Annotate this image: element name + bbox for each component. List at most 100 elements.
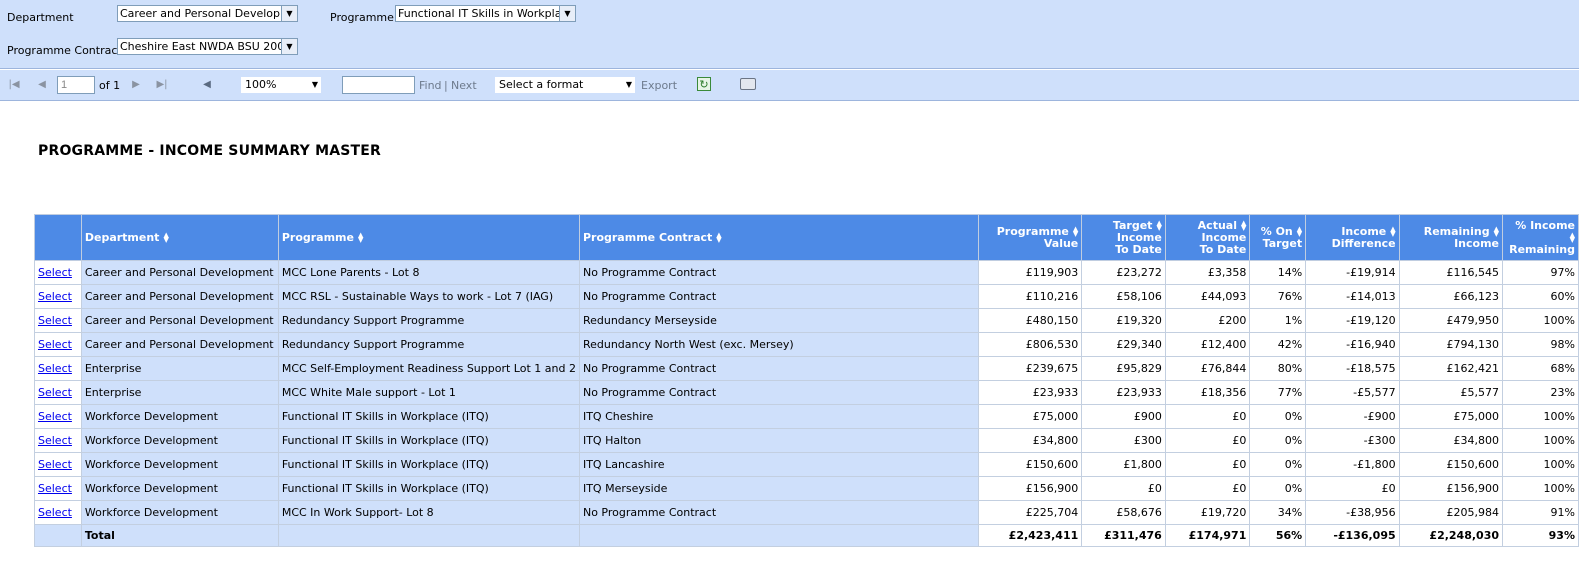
report-title: PROGRAMME - INCOME SUMMARY MASTER — [38, 143, 382, 159]
sort-icon[interactable]: ▲ ▼ — [716, 232, 721, 244]
sort-icon[interactable]: ▲ ▼ — [1570, 231, 1575, 243]
chevron-down-icon[interactable]: ▼ — [559, 6, 575, 21]
select-link[interactable]: Select — [38, 290, 72, 303]
table-cell: £806,530 — [977, 332, 1083, 357]
table-cell: £23,933 — [977, 380, 1083, 405]
table-cell: 14% — [1249, 260, 1307, 285]
table-cell: 60% — [1502, 284, 1579, 309]
table-row: Select Career and Personal Development MCC… — [34, 284, 1579, 309]
department-dropdown[interactable]: Career and Personal Developmen ▼ — [117, 5, 298, 22]
export-format-value: Select a format — [499, 78, 584, 91]
table-cell: Workforce Development — [80, 500, 279, 525]
table-cell: -£300 — [1305, 428, 1400, 453]
income-summary-table: Department ▲ ▼ Programme ▲ ▼ Programme Contr… — [34, 214, 1579, 547]
sort-icon[interactable]: ▲ ▼ — [358, 232, 363, 244]
table-cell: 76% — [1249, 284, 1307, 309]
sort-icon[interactable]: ▲ ▼ — [163, 232, 168, 244]
column-header-department[interactable]: Department ▲ ▼ — [80, 214, 279, 261]
programme-label: Programme — [330, 11, 394, 24]
sort-icon[interactable]: ▲ ▼ — [1297, 225, 1302, 237]
column-header-label: Department — [84, 231, 160, 244]
table-cell: £58,106 — [1081, 284, 1166, 309]
prev-page-icon[interactable]: ◀ — [35, 78, 49, 91]
table-cell: £12,400 — [1164, 332, 1251, 357]
back-icon[interactable]: ◀ — [200, 78, 214, 91]
programme-contract-dropdown[interactable]: Cheshire East NWDA BSU 2009, C ▼ — [117, 38, 298, 55]
select-cell: Select — [34, 404, 82, 429]
chevron-down-icon[interactable]: ▼ — [626, 77, 632, 93]
column-header-target-income[interactable]: Target ▲ ▼ Income To Date — [1081, 214, 1166, 261]
total-cell: 56% — [1249, 524, 1307, 547]
select-link[interactable]: Select — [38, 506, 72, 519]
table-cell: No Programme Contract — [578, 500, 979, 525]
table-cell: MCC RSL - Sustainable Ways to work - Lot… — [277, 284, 580, 309]
export-format-select[interactable]: Select a format ▼ — [494, 76, 636, 94]
last-page-icon[interactable]: ▶| — [155, 78, 169, 91]
table-cell: £0 — [1081, 476, 1166, 501]
total-cell — [578, 524, 979, 547]
select-link[interactable]: Select — [38, 410, 72, 423]
find-input[interactable] — [342, 76, 415, 94]
chevron-down-icon[interactable]: ▼ — [281, 39, 297, 54]
select-link[interactable]: Select — [38, 314, 72, 327]
select-link[interactable]: Select — [38, 362, 72, 375]
select-link[interactable]: Select — [38, 458, 72, 471]
table-cell: 91% — [1502, 500, 1579, 525]
table-cell: £29,340 — [1081, 332, 1166, 357]
table-cell: £3,358 — [1164, 260, 1251, 285]
table-cell: Career and Personal Development — [80, 308, 279, 333]
export-link[interactable]: Export — [641, 79, 677, 92]
table-cell: £0 — [1164, 476, 1251, 501]
column-header-programme[interactable]: Programme ▲ ▼ — [277, 214, 580, 261]
programme-dropdown[interactable]: Functional IT Skills in Workplace ( ▼ — [395, 5, 576, 22]
table-cell: 100% — [1502, 452, 1579, 477]
sort-icon[interactable]: ▲ ▼ — [1494, 225, 1499, 237]
next-page-icon[interactable]: ▶ — [129, 78, 143, 91]
column-header-label: Income — [1454, 236, 1500, 250]
column-header-percent-income-remaining[interactable]: % Income▲ ▼ Remaining — [1502, 214, 1579, 261]
sort-icon[interactable]: ▲ ▼ — [1156, 219, 1161, 231]
select-link[interactable]: Select — [38, 338, 72, 351]
table-row: Select Enterprise MCC Self-Employment Read… — [34, 356, 1579, 381]
table-cell: £205,984 — [1398, 500, 1504, 525]
sort-icon[interactable]: ▲ ▼ — [1390, 225, 1395, 237]
column-header-actual-income[interactable]: Actual ▲ ▼ Income To Date — [1164, 214, 1251, 261]
first-page-icon[interactable]: |◀ — [7, 78, 21, 91]
table-cell: MCC Self-Employment Readiness Support Lo… — [277, 356, 580, 381]
page-number-input[interactable] — [57, 76, 95, 94]
select-cell: Select — [34, 452, 82, 477]
table-cell: £23,933 — [1081, 380, 1166, 405]
chevron-down-icon[interactable]: ▼ — [281, 6, 297, 21]
table-cell: No Programme Contract — [578, 356, 979, 381]
total-cell: £311,476 — [1081, 524, 1166, 547]
select-link[interactable]: Select — [38, 266, 72, 279]
column-header-remaining-income[interactable]: Remaining ▲ ▼ Income — [1398, 214, 1504, 261]
table-cell: 77% — [1249, 380, 1307, 405]
column-header-programme-contract[interactable]: Programme Contract ▲ ▼ — [578, 214, 979, 261]
select-link[interactable]: Select — [38, 386, 72, 399]
sort-icon[interactable]: ▲ ▼ — [1073, 225, 1078, 237]
column-header-programme-value[interactable]: Programme ▲ ▼ Value — [977, 214, 1083, 261]
column-header-label: Target — [1262, 236, 1303, 250]
page-count-label: of 1 — [99, 79, 121, 92]
column-header-income-difference[interactable]: Income ▲ ▼ Difference — [1305, 214, 1400, 261]
next-link[interactable]: Next — [451, 79, 477, 92]
column-header-label: Remaining — [1509, 242, 1575, 256]
zoom-select[interactable]: 100% ▼ — [240, 76, 322, 94]
find-link[interactable]: Find — [419, 79, 442, 92]
table-cell: 100% — [1502, 308, 1579, 333]
select-link[interactable]: Select — [38, 434, 72, 447]
column-header-percent-on-target[interactable]: % On ▲ ▼ Target — [1249, 214, 1307, 261]
table-cell: 80% — [1249, 356, 1307, 381]
chevron-down-icon[interactable]: ▼ — [312, 77, 318, 93]
table-cell: -£900 — [1305, 404, 1400, 429]
table-cell: 1% — [1249, 308, 1307, 333]
sort-icon[interactable]: ▲ ▼ — [1241, 219, 1246, 231]
print-icon[interactable] — [740, 78, 756, 90]
select-link[interactable]: Select — [38, 482, 72, 495]
refresh-icon[interactable]: ↻ — [697, 77, 711, 91]
select-cell: Select — [34, 428, 82, 453]
table-row: Select Workforce Development Functional IT… — [34, 452, 1579, 477]
table-cell: £0 — [1164, 404, 1251, 429]
table-cell: £44,093 — [1164, 284, 1251, 309]
